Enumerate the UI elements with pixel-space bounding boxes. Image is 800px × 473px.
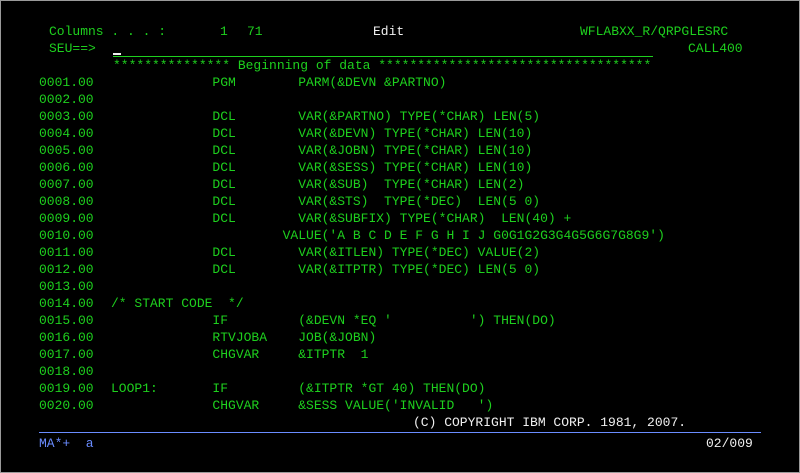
line-sequence-number[interactable]: 0008.00	[39, 193, 94, 210]
line-source-text[interactable]: PGM PARM(&DEVN &PARTNO)	[111, 74, 446, 91]
line-sequence-number[interactable]: 0015.00	[39, 312, 94, 329]
line-sequence-number[interactable]: 0013.00	[39, 278, 94, 295]
copyright-notice: (C) COPYRIGHT IBM CORP. 1981, 2007.	[413, 415, 687, 430]
line-sequence-number[interactable]: 0009.00	[39, 210, 94, 227]
line-sequence-number[interactable]: 0001.00	[39, 74, 94, 91]
line-source-text[interactable]: VALUE('A B C D E F G H I J G0G1G2G3G4G5G…	[111, 227, 665, 244]
line-source-text[interactable]: DCL VAR(&STS) TYPE(*DEC) LEN(5 0)	[111, 193, 540, 210]
line-source-text[interactable]: DCL VAR(&SUB) TYPE(*CHAR) LEN(2)	[111, 176, 524, 193]
line-sequence-number[interactable]: 0018.00	[39, 363, 94, 380]
line-source-text[interactable]: DCL VAR(&DEVN) TYPE(*CHAR) LEN(10)	[111, 125, 532, 142]
line-sequence-number[interactable]: 0005.00	[39, 142, 94, 159]
line-sequence-number[interactable]: 0017.00	[39, 346, 94, 363]
line-sequence-number[interactable]: 0007.00	[39, 176, 94, 193]
line-source-text[interactable]: DCL VAR(&SESS) TYPE(*CHAR) LEN(10)	[111, 159, 532, 176]
seu-prompt-label: SEU==>	[49, 41, 96, 56]
cursor-position: 02/009	[706, 436, 753, 451]
line-sequence-number[interactable]: 0020.00	[39, 397, 94, 414]
status-indicators: MA*+ a	[39, 436, 94, 451]
line-source-text[interactable]: IF (&DEVN *EQ ' ') THEN(DO)	[111, 312, 555, 329]
status-divider	[39, 432, 761, 433]
line-source-text[interactable]: DCL VAR(&PARTNO) TYPE(*CHAR) LEN(5)	[111, 108, 540, 125]
line-source-text[interactable]: RTVJOBA JOB(&JOBN)	[111, 329, 376, 346]
line-source-text[interactable]: CHGVAR &ITPTR 1	[111, 346, 368, 363]
line-sequence-number[interactable]: 0010.00	[39, 227, 94, 244]
mode-title: Edit	[373, 24, 405, 39]
beginning-of-data-banner: *************** Beginning of data ******…	[113, 58, 652, 73]
line-source-text[interactable]: LOOP1: IF (&ITPTR *GT 40) THEN(DO)	[111, 380, 485, 397]
line-source-text[interactable]: DCL VAR(&JOBN) TYPE(*CHAR) LEN(10)	[111, 142, 532, 159]
line-sequence-number[interactable]: 0011.00	[39, 244, 94, 261]
line-source-text[interactable]: DCL VAR(&ITLEN) TYPE(*DEC) VALUE(2)	[111, 244, 540, 261]
command-line-cursor	[113, 53, 121, 55]
source-file: WFLABXX_R/QRPGLESRC	[580, 24, 729, 39]
line-source-text[interactable]: DCL VAR(&SUBFIX) TYPE(*CHAR) LEN(40) +	[111, 210, 571, 227]
line-sequence-number[interactable]: 0003.00	[39, 108, 94, 125]
columns-from: 1	[220, 24, 228, 39]
line-source-text[interactable]: DCL VAR(&ITPTR) TYPE(*DEC) LEN(5 0)	[111, 261, 540, 278]
line-sequence-number[interactable]: 0019.00	[39, 380, 94, 397]
line-source-text[interactable]: /* START CODE */	[111, 295, 244, 312]
line-sequence-number[interactable]: 0004.00	[39, 125, 94, 142]
columns-label: Columns . . . :	[49, 24, 167, 39]
line-sequence-number[interactable]: 0006.00	[39, 159, 94, 176]
member-name: CALL400	[688, 41, 743, 56]
line-sequence-number[interactable]: 0002.00	[39, 91, 94, 108]
line-sequence-number[interactable]: 0014.00	[39, 295, 94, 312]
line-source-text[interactable]: CHGVAR &SESS VALUE('INVALID ')	[111, 397, 493, 414]
line-sequence-number[interactable]: 0016.00	[39, 329, 94, 346]
line-sequence-number[interactable]: 0012.00	[39, 261, 94, 278]
terminal-screen: Columns . . . : 1 71 Edit WFLABXX_R/QRPG…	[0, 0, 800, 473]
columns-to: 71	[247, 24, 263, 39]
